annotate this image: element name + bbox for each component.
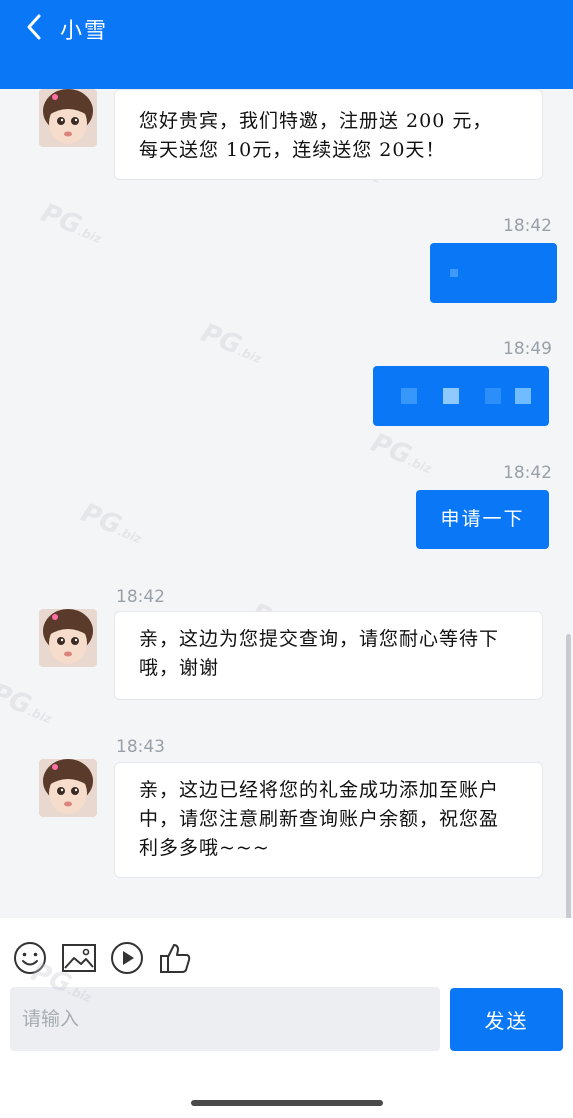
composer-area: 发送 PG.biz <box>0 918 573 1118</box>
video-button[interactable] <box>109 940 145 976</box>
scrollbar[interactable] <box>566 634 571 918</box>
message-line: 亲，这边已经将您的礼金成功添加至账户 <box>139 779 500 801</box>
message-line: 亲，这边为您提交查询，请您耐心等待下 <box>139 628 500 650</box>
message-bubble-incoming[interactable]: 亲，这边已经将您的礼金成功添加至账户 中，请您注意刷新查询账户余额，祝您盈 利多… <box>114 762 543 878</box>
message-bubble-outgoing-redacted[interactable] <box>373 366 549 426</box>
watermark: PG.biz <box>36 197 104 247</box>
avatar-image <box>39 759 97 817</box>
watermark: PG.biz <box>196 317 264 367</box>
image-button[interactable] <box>60 940 98 976</box>
emoji-icon <box>14 942 46 974</box>
avatar[interactable] <box>39 89 97 147</box>
redaction-block <box>450 269 458 277</box>
avatar[interactable] <box>39 609 97 667</box>
send-button[interactable]: 发送 <box>450 988 563 1051</box>
chevron-left-icon <box>27 14 41 40</box>
redaction-block <box>485 388 501 404</box>
watermark: PG.biz <box>76 497 144 547</box>
watermark: PG.biz <box>366 427 434 477</box>
message-timestamp: 18:49 <box>503 339 552 359</box>
redaction-block <box>443 388 459 404</box>
redaction-block <box>515 388 531 404</box>
message-line: 中，请您注意刷新查询账户余额，祝您盈 <box>139 808 500 830</box>
message-bubble-outgoing-redacted[interactable] <box>430 243 557 303</box>
message-bubble-incoming[interactable]: 您好贵宾，我们特邀，注册送 200 元， 每天送您 10元，连续送您 20天！ <box>114 89 543 180</box>
message-input[interactable] <box>10 987 440 1051</box>
message-line: 哦，谢谢 <box>139 657 220 679</box>
message-line: 您好贵宾，我们特邀，注册送 200 元， <box>139 110 493 132</box>
home-indicator[interactable] <box>191 1100 383 1106</box>
top-bar: 小雪 <box>0 0 573 89</box>
message-bubble-outgoing[interactable]: 申请一下 <box>416 490 549 549</box>
message-timestamp: 18:42 <box>503 463 552 483</box>
video-icon <box>111 942 143 974</box>
chat-area[interactable]: PG.biz PG.biz PG.biz PG.biz PG.biz PG.bi… <box>0 89 573 918</box>
message-bubble-incoming[interactable]: 亲，这边为您提交查询，请您耐心等待下 哦，谢谢 <box>114 611 543 700</box>
emoji-button[interactable] <box>12 940 48 976</box>
watermark: PG.biz <box>0 677 54 727</box>
message-timestamp: 18:43 <box>116 737 165 757</box>
message-timestamp: 18:42 <box>116 587 165 607</box>
message-line: 利多多哦~~~ <box>139 837 270 859</box>
redaction-block <box>401 388 417 404</box>
avatar-image <box>39 89 97 147</box>
message-timestamp: 18:42 <box>503 216 552 236</box>
back-button[interactable] <box>18 10 54 46</box>
contact-name: 小雪 <box>60 19 109 44</box>
thumbs-up-icon <box>160 944 191 973</box>
avatar[interactable] <box>39 759 97 817</box>
avatar-image <box>39 609 97 667</box>
image-icon <box>62 944 96 972</box>
message-line: 每天送您 10元，连续送您 20天！ <box>139 139 446 161</box>
like-button[interactable] <box>157 940 193 976</box>
